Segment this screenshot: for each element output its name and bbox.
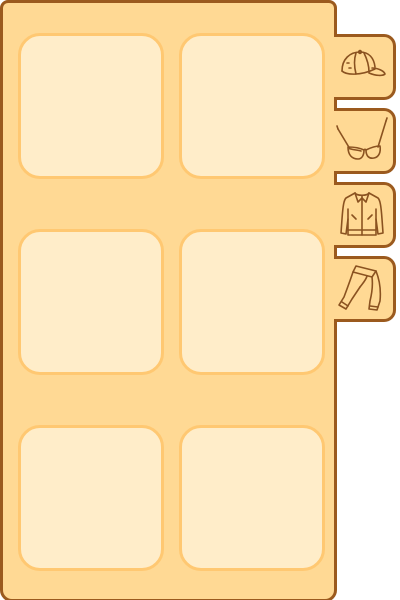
inventory-panel <box>0 0 337 600</box>
cap-icon <box>341 49 386 77</box>
slot-grid <box>18 33 325 573</box>
tab-accessories[interactable] <box>334 108 396 174</box>
inventory-slot-5[interactable] <box>18 425 164 571</box>
inventory-slot-6[interactable] <box>179 425 325 571</box>
inventory-slot-4[interactable] <box>179 229 325 375</box>
tab-bottoms[interactable] <box>334 256 396 322</box>
pants-icon <box>338 265 382 311</box>
jacket-icon <box>340 192 384 236</box>
sunglasses-icon <box>336 117 388 160</box>
inventory-screen <box>0 0 400 600</box>
tab-tops[interactable] <box>334 182 396 248</box>
tab-hats[interactable] <box>334 34 396 100</box>
inventory-slot-2[interactable] <box>179 33 325 179</box>
inventory-slot-3[interactable] <box>18 229 164 375</box>
inventory-slot-1[interactable] <box>18 33 164 179</box>
